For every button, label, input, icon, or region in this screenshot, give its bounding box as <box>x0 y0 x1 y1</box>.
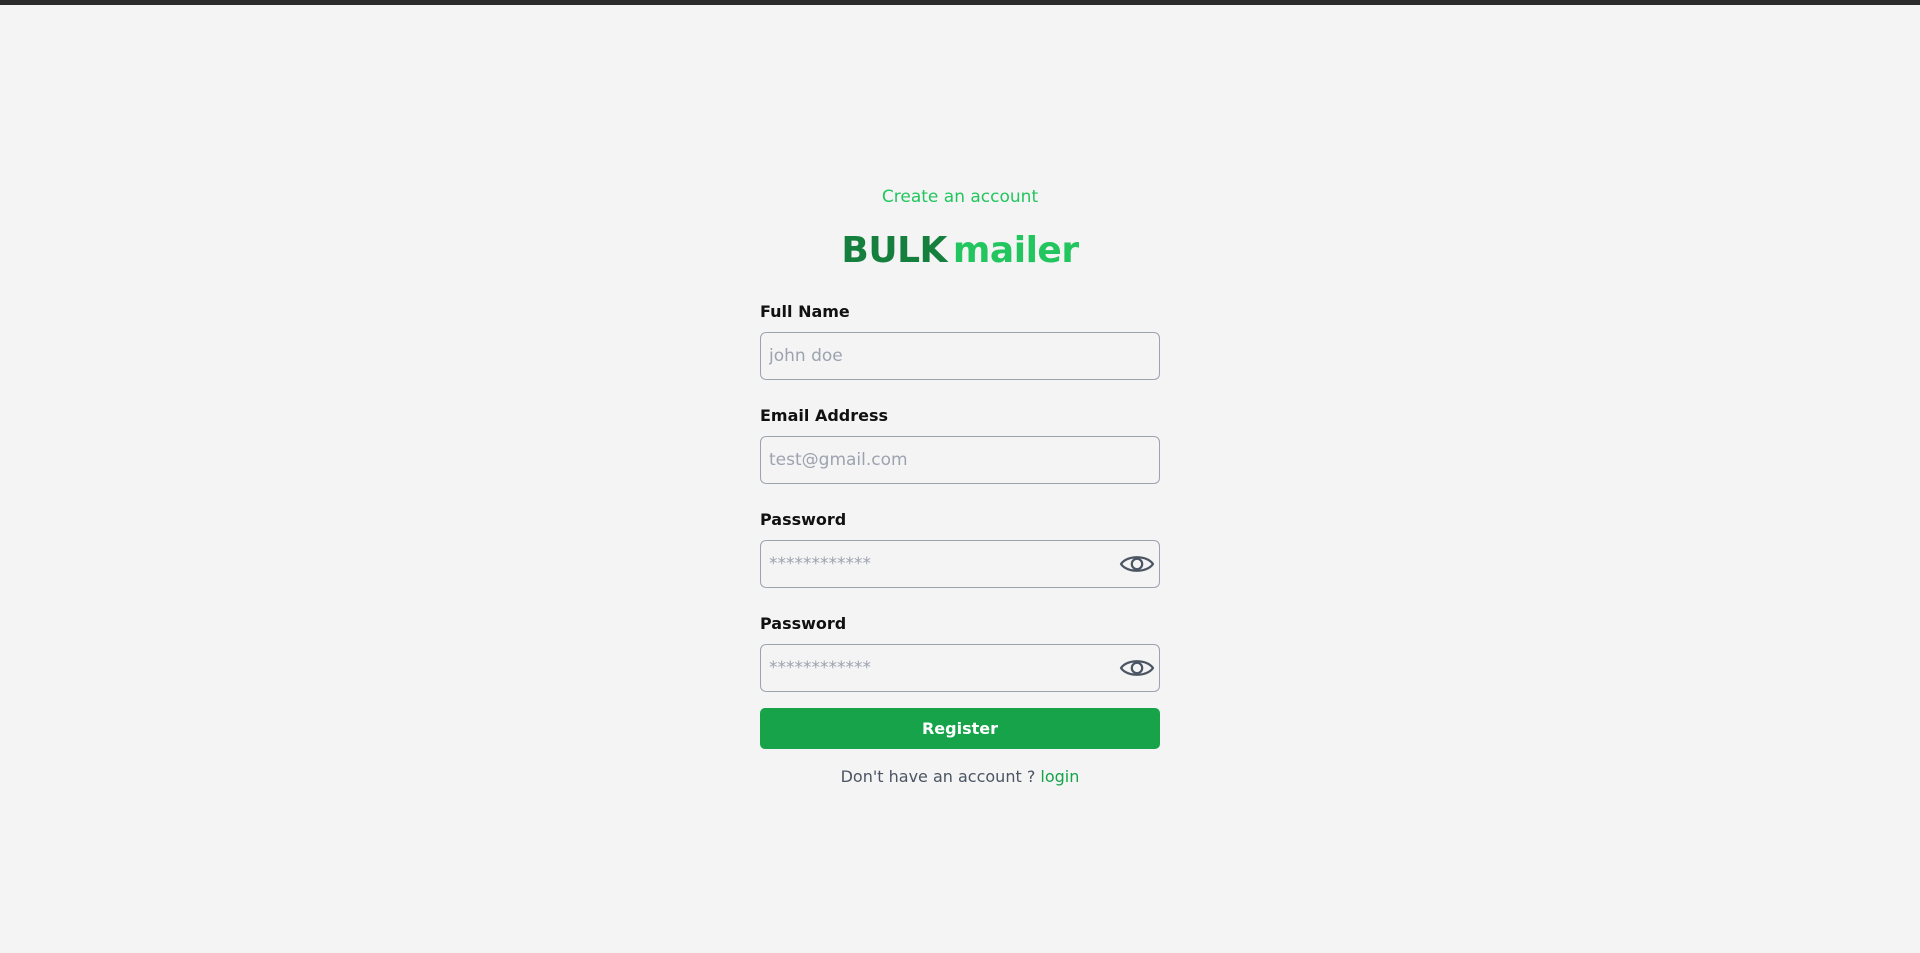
register-button[interactable]: Register <box>760 708 1160 749</box>
confirm-password-group: Password <box>760 614 1160 692</box>
email-label: Email Address <box>760 406 889 425</box>
login-link[interactable]: login <box>1040 767 1079 786</box>
brand-logo-mailer: mailer <box>952 230 1079 271</box>
login-prompt-text: Don't have an account ? <box>840 767 1036 786</box>
email-input[interactable] <box>760 436 1160 484</box>
register-form: Full Name Email Address Password <box>760 302 1160 749</box>
password-group: Password <box>760 510 1160 588</box>
full-name-input[interactable] <box>760 332 1160 380</box>
password-wrap <box>760 540 1160 588</box>
login-prompt: Don't have an account ? login <box>760 767 1160 787</box>
confirm-password-wrap <box>760 644 1160 692</box>
password-visibility-toggle[interactable] <box>1118 549 1156 579</box>
eye-icon <box>1119 556 1155 572</box>
page-subtitle: Create an account <box>881 187 1039 207</box>
confirm-password-visibility-toggle[interactable] <box>1118 653 1156 683</box>
eye-icon <box>1119 660 1155 676</box>
password-input[interactable] <box>760 540 1160 588</box>
email-group: Email Address <box>760 406 1160 484</box>
password-label: Password <box>760 510 847 529</box>
register-card: Create an account BULKmailer Full Name E… <box>760 180 1160 787</box>
brand-logo-bulk: BULK <box>841 230 947 271</box>
full-name-label: Full Name <box>760 302 850 321</box>
full-name-group: Full Name <box>760 302 1160 380</box>
confirm-password-label: Password <box>760 614 847 633</box>
brand-logo: BULK mailer <box>760 228 1160 274</box>
email-wrap <box>760 436 1160 484</box>
full-name-wrap <box>760 332 1160 380</box>
window-top-bar <box>0 0 1920 5</box>
confirm-password-input[interactable] <box>760 644 1160 692</box>
